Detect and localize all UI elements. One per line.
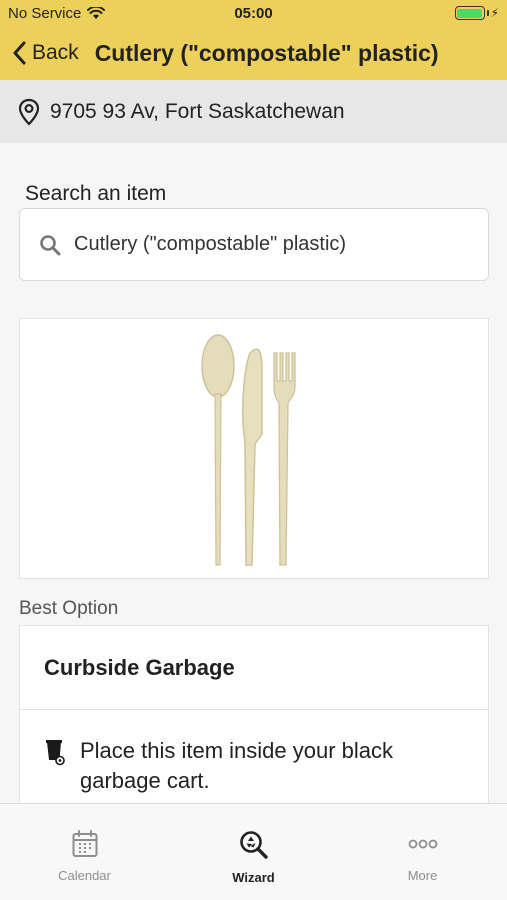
tab-wizard-label: Wizard: [232, 870, 275, 885]
battery-icon: ⚡: [454, 6, 499, 20]
tab-bar: Calendar Wizard More: [0, 803, 507, 900]
option-description-text: Place this item inside your black garbag…: [80, 738, 394, 793]
chevron-left-icon: [13, 41, 26, 65]
location-bar[interactable]: 9705 93 Av, Fort Saskatchewan: [0, 80, 507, 143]
option-description: Place this item inside your black garbag…: [20, 710, 488, 796]
garbage-cart-icon: [46, 740, 65, 766]
search-label: Search an item: [25, 182, 167, 205]
navigation-bar: Back Cutlery ("compostable" plastic): [0, 30, 507, 76]
status-bar: No Service 05:00 ⚡: [0, 0, 507, 28]
wizard-search-icon: [239, 831, 268, 859]
page-title: Cutlery ("compostable" plastic): [94, 39, 439, 66]
tab-calendar[interactable]: Calendar: [0, 804, 169, 900]
search-input[interactable]: Cutlery ("compostable" plastic): [19, 208, 489, 281]
tab-wizard[interactable]: Wizard: [169, 804, 338, 900]
search-icon: [40, 234, 61, 255]
tab-calendar-label: Calendar: [58, 868, 111, 883]
tab-more[interactable]: More: [338, 804, 507, 900]
cutlery-image: [201, 333, 296, 566]
option-title: Curbside Garbage: [20, 626, 488, 710]
back-label: Back: [32, 41, 79, 64]
more-icon: [408, 839, 437, 849]
back-button[interactable]: Back: [12, 41, 79, 65]
item-image-card: [19, 318, 489, 579]
best-option-card[interactable]: Curbside Garbage Place this item inside …: [19, 625, 489, 825]
tab-more-label: More: [407, 868, 438, 883]
search-value: Cutlery ("compostable" plastic): [74, 233, 347, 255]
location-pin-icon: [18, 98, 40, 126]
app-header: No Service 05:00 ⚡ Back Cutlery ("compos…: [0, 0, 507, 80]
clock: 05:00: [234, 5, 273, 22]
best-option-label: Best Option: [19, 598, 119, 619]
charging-icon: ⚡: [490, 6, 499, 20]
calendar-icon: [72, 830, 97, 857]
location-address: 9705 93 Av, Fort Saskatchewan: [50, 99, 345, 123]
